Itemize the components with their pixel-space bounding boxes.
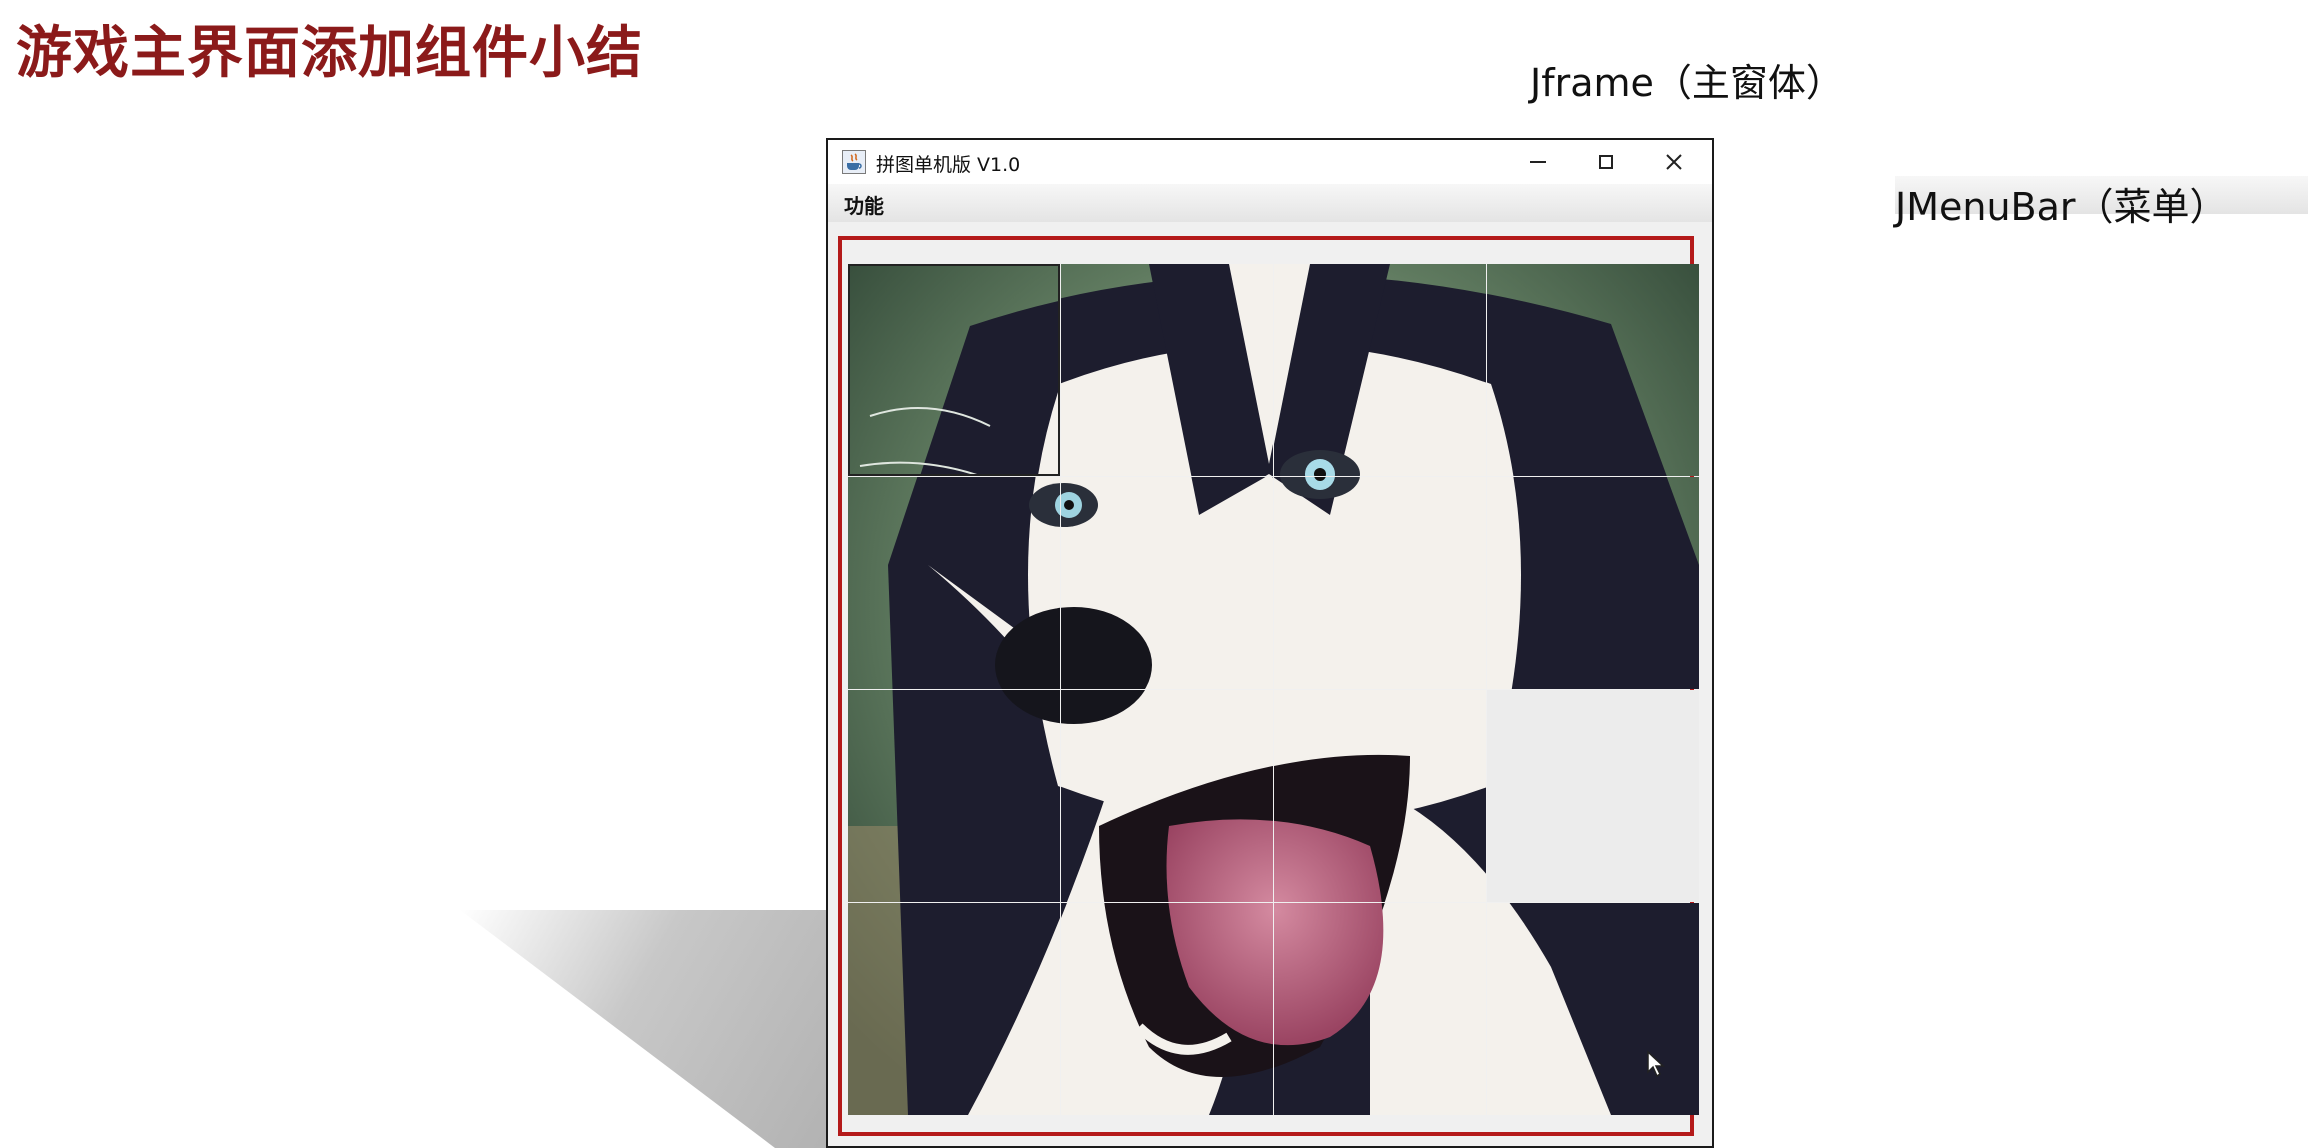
- puzzle-tile[interactable]: [1061, 264, 1273, 476]
- close-icon: [1666, 154, 1682, 170]
- puzzle-image-fragment: [1274, 477, 1486, 689]
- maximize-icon: [1599, 155, 1613, 169]
- title-bar[interactable]: 拼图单机版 V1.0: [828, 140, 1712, 184]
- jframe-callout: Jframe（主窗体）: [1530, 61, 1844, 105]
- minimize-icon: [1530, 161, 1546, 163]
- puzzle-tile[interactable]: [1487, 903, 1699, 1115]
- puzzle-tile[interactable]: [1487, 477, 1699, 689]
- puzzle-image-fragment: [1487, 903, 1699, 1115]
- puzzle-image-fragment: [850, 266, 1058, 474]
- puzzle-image-fragment: [1061, 477, 1273, 689]
- puzzle-tile[interactable]: [848, 690, 1060, 902]
- close-button[interactable]: [1640, 140, 1708, 184]
- puzzle-tile[interactable]: [1487, 690, 1699, 902]
- puzzle-tile[interactable]: [1274, 264, 1486, 476]
- puzzle-image-fragment: [1487, 264, 1699, 476]
- puzzle-image-fragment: [848, 477, 1060, 689]
- puzzle-image-fragment: [1274, 903, 1486, 1115]
- minimize-button[interactable]: [1504, 140, 1572, 184]
- puzzle-tile[interactable]: [848, 903, 1060, 1115]
- puzzle-image-fragment: [848, 903, 1060, 1115]
- window-title: 拼图单机版 V1.0: [876, 154, 1021, 176]
- game-window: 拼图单机版 V1.0 功能: [826, 138, 1714, 1148]
- jmenubar-callout: JMenuBar（菜单）: [1895, 176, 2308, 229]
- window-shadow: [460, 910, 880, 1148]
- puzzle-tile[interactable]: [1487, 264, 1699, 476]
- puzzle-tile[interactable]: [1274, 690, 1486, 902]
- puzzle-image-fragment: [1061, 264, 1273, 476]
- puzzle-tile[interactable]: [1274, 903, 1486, 1115]
- menu-function[interactable]: 功能: [844, 190, 884, 219]
- puzzle-board: [848, 264, 1700, 1115]
- puzzle-image-fragment: [848, 690, 1060, 902]
- puzzle-image-fragment: [1274, 690, 1486, 902]
- puzzle-image-fragment: [1487, 477, 1699, 689]
- puzzle-tile[interactable]: [848, 477, 1060, 689]
- puzzle-image-fragment: [1274, 264, 1486, 476]
- slide-title: 游戏主界面添加组件小结: [16, 21, 643, 86]
- puzzle-tile[interactable]: [1061, 477, 1273, 689]
- maximize-button[interactable]: [1572, 140, 1640, 184]
- puzzle-image-fragment: [1061, 690, 1273, 902]
- puzzle-tile[interactable]: [848, 264, 1060, 476]
- mouse-pointer-icon: [1647, 1050, 1665, 1078]
- puzzle-image-fragment: [1061, 903, 1273, 1115]
- java-app-icon: [842, 150, 866, 174]
- puzzle-tile[interactable]: [1274, 477, 1486, 689]
- menu-bar: 功能: [828, 184, 1712, 222]
- puzzle-tile[interactable]: [1061, 690, 1273, 902]
- puzzle-tile[interactable]: [1061, 903, 1273, 1115]
